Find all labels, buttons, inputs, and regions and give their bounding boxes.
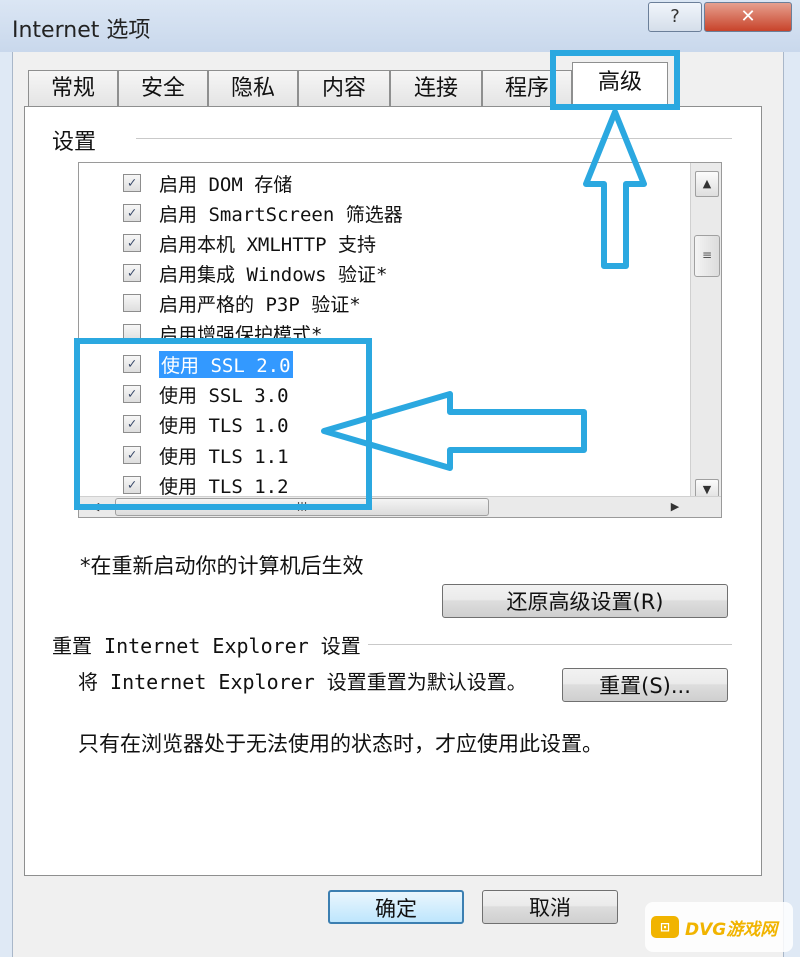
list-item[interactable]: ✓ 使用 TLS 1.2 xyxy=(123,471,289,499)
reset-button[interactable]: 重置(S)... xyxy=(562,668,728,702)
gamepad-icon: ⊡ xyxy=(651,916,679,938)
list-item-label: 启用增强保护模式* xyxy=(159,323,323,346)
list-item[interactable]: ✓ 启用 SmartScreen 筛选器 xyxy=(123,199,403,227)
list-item-label: 使用 TLS 1.0 xyxy=(159,414,289,437)
scroll-thumb[interactable]: ≡ xyxy=(694,235,720,277)
list-item-label: 启用严格的 P3P 验证* xyxy=(159,293,361,316)
checkbox[interactable]: ✓ xyxy=(123,385,141,403)
reset-group-label: 重置 Internet Explorer 设置 xyxy=(52,630,367,659)
scroll-up-button[interactable]: ▲ xyxy=(695,171,719,197)
checkbox[interactable]: ✓ xyxy=(123,476,141,494)
reset-divider xyxy=(368,644,732,645)
cancel-button[interactable]: 取消 xyxy=(482,890,618,924)
tab-programs[interactable]: 程序 xyxy=(482,70,572,106)
checkbox[interactable] xyxy=(123,294,141,312)
checkbox[interactable]: ✓ xyxy=(123,234,141,252)
watermark-logo: ⊡ DVG游戏网 xyxy=(645,902,793,952)
list-item-label: 使用 TLS 1.1 xyxy=(159,445,289,468)
scroll-left-button[interactable]: ◀ xyxy=(83,497,107,517)
scroll-right-button[interactable]: ▶ xyxy=(663,497,687,517)
settings-divider xyxy=(136,138,732,139)
list-item-label: 使用 SSL 3.0 xyxy=(159,384,289,407)
ok-button[interactable]: 确定 xyxy=(328,890,464,924)
tab-connections[interactable]: 连接 xyxy=(390,70,482,106)
title-bar: Internet 选项 ? ✕ xyxy=(0,0,800,52)
help-button[interactable]: ? xyxy=(648,2,702,32)
list-item[interactable]: ✓ 启用集成 Windows 验证* xyxy=(123,259,387,287)
settings-list[interactable]: ✓ 启用 DOM 存储 ✓ 启用 SmartScreen 筛选器 ✓ 启用本机 … xyxy=(78,162,722,518)
checkbox[interactable]: ✓ xyxy=(123,446,141,464)
close-button[interactable]: ✕ xyxy=(704,2,792,32)
list-item[interactable]: ✓ 使用 SSL 2.0 xyxy=(123,350,293,378)
horizontal-scrollbar[interactable]: ◀ III ▶ xyxy=(79,496,721,517)
settings-group-label: 设置 xyxy=(52,124,103,156)
tab-privacy[interactable]: 隐私 xyxy=(208,70,298,106)
checkbox[interactable]: ✓ xyxy=(123,264,141,282)
checkbox[interactable]: ✓ xyxy=(123,355,141,373)
list-item-label: 启用本机 XMLHTTP 支持 xyxy=(159,233,376,256)
list-item-label: 启用 SmartScreen 筛选器 xyxy=(159,203,403,226)
tab-content[interactable]: 内容 xyxy=(298,70,390,106)
restart-note: *在重新启动你的计算机后生效 xyxy=(80,554,364,578)
list-item-label: 启用 DOM 存储 xyxy=(159,173,293,196)
reset-warning: 只有在浏览器处于无法使用的状态时，才应使用此设置。 xyxy=(78,732,603,756)
list-item[interactable]: ✓ 使用 SSL 3.0 xyxy=(123,380,289,408)
reset-description: 将 Internet Explorer 设置重置为默认设置。 xyxy=(78,670,527,694)
list-item-label: 使用 SSL 2.0 xyxy=(159,350,293,378)
checkbox[interactable]: ✓ xyxy=(123,204,141,222)
list-item[interactable]: ✓ 启用 DOM 存储 xyxy=(123,169,292,197)
watermark-text: DVG游戏网 xyxy=(685,919,778,940)
list-item[interactable]: ✓ 使用 TLS 1.0 xyxy=(123,410,289,438)
tab-general[interactable]: 常规 xyxy=(28,70,118,106)
list-item[interactable]: 启用严格的 P3P 验证* xyxy=(123,289,361,317)
list-item[interactable]: ✓ 启用本机 XMLHTTP 支持 xyxy=(123,229,376,257)
tab-advanced[interactable]: 高级 xyxy=(572,62,668,108)
list-item-label: 使用 TLS 1.2 xyxy=(159,475,289,498)
tab-security[interactable]: 安全 xyxy=(118,70,208,106)
vertical-scrollbar[interactable]: ▲ ≡ ▼ xyxy=(690,163,721,501)
checkbox[interactable] xyxy=(123,324,141,342)
horizontal-scroll-thumb[interactable]: III xyxy=(115,498,489,516)
window-title: Internet 选项 xyxy=(12,18,151,43)
checkbox[interactable]: ✓ xyxy=(123,174,141,192)
list-item-label: 启用集成 Windows 验证* xyxy=(159,263,388,286)
list-item[interactable]: ✓ 使用 TLS 1.1 xyxy=(123,441,289,469)
restore-advanced-settings-button[interactable]: 还原高级设置(R) xyxy=(442,584,728,618)
list-item[interactable]: 启用增强保护模式* xyxy=(123,319,322,347)
checkbox[interactable]: ✓ xyxy=(123,415,141,433)
